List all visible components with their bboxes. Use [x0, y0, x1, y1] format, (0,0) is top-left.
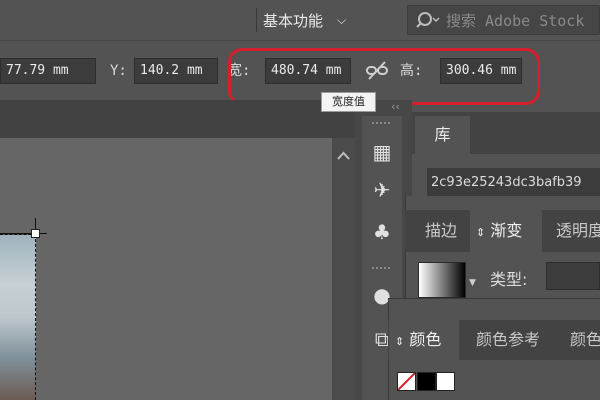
divider — [256, 8, 257, 32]
tab-gradient-label: 渐变 — [490, 221, 523, 240]
library-selector[interactable]: 2c93e25243dc3bafb39 — [427, 168, 600, 198]
document-tab-strip — [0, 100, 355, 138]
gradient-type-label: 类型: — [490, 270, 528, 289]
none-swatch[interactable] — [397, 372, 416, 391]
tab-color-label: 颜色 — [409, 330, 442, 349]
selection-handle[interactable] — [31, 229, 40, 238]
chevron-up-icon[interactable] — [332, 146, 355, 166]
y-label: Y: — [110, 63, 127, 79]
tab-stroke[interactable]: 描边 — [412, 210, 470, 252]
symbols-icon[interactable]: ♣ — [368, 218, 396, 246]
workspace-label: 基本功能 — [263, 11, 324, 30]
gradient-swatch[interactable] — [418, 262, 466, 298]
gradient-type-select[interactable] — [546, 262, 600, 290]
canvas[interactable] — [0, 138, 332, 400]
white-swatch[interactable] — [436, 372, 455, 391]
search-icon — [416, 12, 440, 28]
tab-color-guide[interactable]: 颜色参考 — [462, 320, 554, 360]
tab-color-extra[interactable]: 颜色 — [562, 320, 600, 360]
workspace-switcher[interactable]: 基本功能 ⌵ — [263, 6, 346, 34]
tab-color[interactable]: ⇕ 颜色 — [389, 320, 459, 360]
tooltip: 宽度值 — [321, 92, 376, 112]
tab-libraries[interactable]: 库 — [415, 116, 470, 154]
artwork-image[interactable] — [0, 234, 36, 400]
chevron-down-icon: ⌵ — [337, 12, 347, 27]
collapse-icon[interactable]: ‹‹ — [391, 100, 400, 113]
sort-icon: ⇕ — [476, 226, 486, 239]
black-swatch[interactable] — [417, 372, 436, 391]
tab-transparency[interactable]: 透明度 — [548, 210, 600, 252]
x-position-field[interactable]: 77.79 mm — [0, 58, 96, 84]
sort-icon: ⇕ — [395, 335, 405, 348]
y-position-field[interactable]: 140.2 mm — [134, 58, 218, 84]
stock-search-input[interactable]: 搜索 Adobe Stock — [407, 5, 600, 35]
grip-icon[interactable] — [372, 122, 390, 126]
tab-gradient[interactable]: ⇕ 渐变 — [470, 210, 542, 252]
grip-icon[interactable] — [372, 267, 390, 271]
brushes-icon[interactable]: ✈ — [368, 176, 396, 204]
search-placeholder: 搜索 Adobe Stock — [446, 11, 585, 30]
libraries-icon[interactable]: ▦ — [368, 138, 396, 166]
vertical-scrollbar[interactable] — [332, 138, 355, 400]
caret-down-icon[interactable]: ▼ — [469, 278, 476, 288]
annotation-highlight — [228, 48, 540, 105]
